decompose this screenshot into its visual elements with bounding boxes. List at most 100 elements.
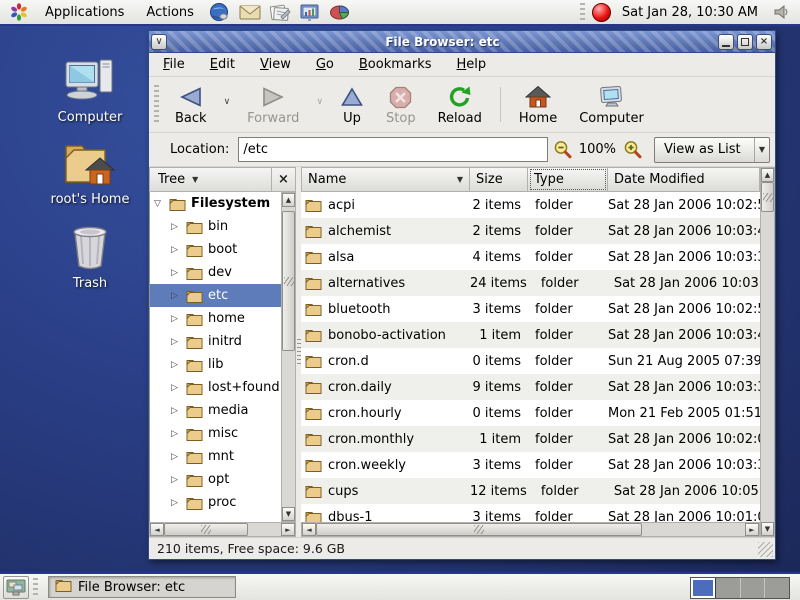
scroll-left-icon[interactable]: ◄ [302,523,316,536]
column-header-size[interactable]: Size [470,167,528,192]
tree-item-etc[interactable]: ▷ etc [150,284,281,307]
scroll-left-icon[interactable]: ◄ [150,523,164,536]
expander-icon[interactable]: ▷ [171,406,186,416]
window-menu-button[interactable]: ∨ [151,34,167,50]
scroll-right-icon[interactable]: ► [281,523,295,536]
menu-view[interactable]: View [260,57,291,72]
scroll-down-icon[interactable]: ▼ [761,522,774,536]
tree-item-media[interactable]: ▷ media [150,399,281,422]
show-desktop-button[interactable] [3,576,29,599]
list-vertical-scrollbar[interactable]: ▲ ▼ [760,167,775,537]
expander-icon[interactable]: ▷ [171,268,186,278]
panel-drag-handle[interactable] [33,578,38,596]
expander-icon[interactable]: ▷ [171,222,186,232]
scrollbar-thumb[interactable] [316,523,642,536]
workspace-1[interactable] [691,578,716,598]
tree-item-lib[interactable]: ▷ lib [150,353,281,376]
scroll-right-icon[interactable]: ► [745,523,759,536]
tree-item-Filesystem[interactable]: ▽ Filesystem [150,192,281,215]
file-row-bonobo-activation[interactable]: bonobo-activation 1 item folder Sat 28 J… [301,322,760,348]
back-button[interactable]: Back [164,79,218,130]
file-row-alchemist[interactable]: alchemist 2 items folder Sat 28 Jan 2006… [301,218,760,244]
scroll-down-icon[interactable]: ▼ [282,507,295,521]
tree-item-bin[interactable]: ▷ bin [150,215,281,238]
tree-item-boot[interactable]: ▷ boot [150,238,281,261]
file-row-cron.weekly[interactable]: cron.weekly 3 items folder Sat 28 Jan 20… [301,452,760,478]
scrollbar-thumb[interactable] [164,523,248,536]
back-dropdown-button[interactable]: ∨ [218,97,237,107]
location-input[interactable] [238,137,547,162]
list-horizontal-scrollbar[interactable]: ◄ ► [301,522,760,537]
menu-go[interactable]: Go [316,57,334,72]
file-row-cron.monthly[interactable]: cron.monthly 1 item folder Sat 28 Jan 20… [301,426,760,452]
chevron-down-icon[interactable]: ▼ [754,138,769,162]
forward-dropdown-button[interactable]: ∨ [310,97,329,107]
file-row-alternatives[interactable]: alternatives 24 items folder Sat 28 Jan … [301,270,760,296]
panel-drag-handle[interactable] [580,3,585,21]
zoom-out-icon[interactable] [553,140,572,159]
file-row-cups[interactable]: cups 12 items folder Sat 28 Jan 2006 10:… [301,478,760,504]
expander-icon[interactable]: ▷ [171,314,186,324]
expander-icon[interactable]: ▷ [171,452,186,462]
zoom-in-icon[interactable] [623,140,642,159]
clock[interactable]: Sat Jan 28, 10:30 AM [614,5,766,20]
menu-bookmarks[interactable]: Bookmarks [359,57,432,72]
close-button[interactable]: × [756,34,772,50]
up-button[interactable]: Up [329,79,375,130]
desktop-icon-roots-home[interactable]: root's Home [40,138,140,207]
scrollbar-thumb[interactable] [761,182,774,212]
applications-pinwheel-icon[interactable] [8,1,30,23]
column-header-date-modified[interactable]: Date Modified [608,167,760,192]
column-header-type[interactable]: Type [528,167,608,192]
expander-icon[interactable]: ▷ [171,337,186,347]
stop-button[interactable]: Stop [375,79,427,130]
column-header-name[interactable]: Name ▼ [301,167,470,192]
expander-icon[interactable]: ▷ [171,475,186,485]
scrollbar-thumb[interactable] [282,211,295,351]
computer-button[interactable]: Computer [568,79,655,130]
scroll-up-icon[interactable]: ▲ [761,168,774,182]
expander-icon[interactable]: ▷ [171,429,186,439]
expander-icon[interactable]: ▷ [171,360,186,370]
tree-item-opt[interactable]: ▷ opt [150,468,281,491]
tree-item-lost+found[interactable]: ▷ lost+found [150,376,281,399]
text-document-icon[interactable] [269,1,291,23]
workspace-2[interactable] [716,578,741,598]
file-row-cron.d[interactable]: cron.d 0 items folder Sun 21 Aug 2005 07… [301,348,760,374]
presentation-icon[interactable] [299,1,321,23]
expander-icon[interactable]: ▷ [171,291,186,301]
menu-file[interactable]: File [163,57,185,72]
sidebar-pane-selector[interactable]: Tree ▼ [149,167,272,192]
sidebar-close-button[interactable]: × [272,167,296,192]
expander-icon[interactable]: ▷ [171,383,186,393]
tree-horizontal-scrollbar[interactable]: ◄ ► [149,522,296,537]
email-icon[interactable] [239,1,261,23]
expander-icon[interactable]: ▽ [154,199,169,209]
toolbar-drag-handle[interactable] [154,85,159,124]
applications-menu[interactable]: Applications [34,0,135,24]
tree-item-home[interactable]: ▷ home [150,307,281,330]
home-button[interactable]: Home [508,79,568,130]
tree-item-dev[interactable]: ▷ dev [150,261,281,284]
forward-button[interactable]: Forward [236,79,310,130]
volume-icon[interactable] [770,1,792,23]
file-row-dbus-1[interactable]: dbus-1 3 items folder Sat 28 Jan 2006 10… [301,504,760,522]
expander-icon[interactable]: ▷ [171,245,186,255]
view-mode-select[interactable]: View as List ▼ [654,137,770,163]
expander-icon[interactable]: ▷ [171,498,186,508]
tree-vertical-scrollbar[interactable]: ▲ ▼ [281,192,296,522]
scroll-up-icon[interactable]: ▲ [282,193,295,207]
file-row-alsa[interactable]: alsa 4 items folder Sat 28 Jan 2006 10:0… [301,244,760,270]
desktop-icon-trash[interactable]: Trash [40,222,140,291]
file-row-cron.hourly[interactable]: cron.hourly 0 items folder Mon 21 Feb 20… [301,400,760,426]
workspace-3[interactable] [741,578,766,598]
tree-item-mnt[interactable]: ▷ mnt [150,445,281,468]
alert-icon[interactable] [592,3,611,22]
file-row-bluetooth[interactable]: bluetooth 3 items folder Sat 28 Jan 2006… [301,296,760,322]
task-button-file-browser[interactable]: File Browser: etc [48,576,236,598]
pie-chart-icon[interactable] [329,1,351,23]
menu-help[interactable]: Help [457,57,487,72]
workspace-4[interactable] [765,578,789,598]
window-resize-grip[interactable] [758,542,773,557]
maximize-button[interactable] [737,34,753,50]
